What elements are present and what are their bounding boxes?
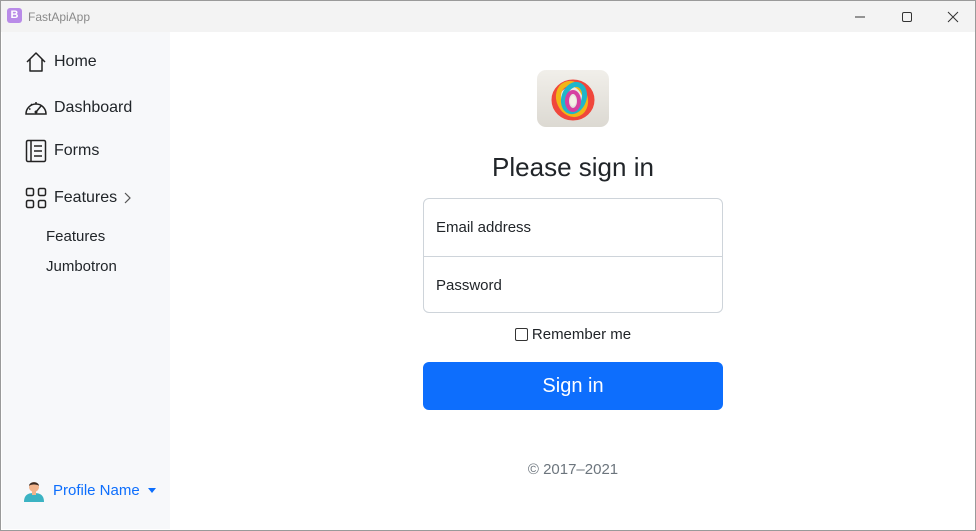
maximize-icon	[902, 11, 912, 22]
grid-icon	[24, 186, 48, 210]
sidebar-item-dashboard[interactable]: Dashboard	[24, 94, 132, 122]
remember-me: Remember me	[171, 326, 975, 343]
home-icon	[24, 50, 48, 74]
title-bar[interactable]: B FastApiApp	[1, 1, 975, 32]
password-field[interactable]: Password	[424, 257, 722, 314]
dashboard-icon	[24, 96, 48, 120]
sidebar-item-label: Forms	[54, 142, 100, 159]
window-title: FastApiApp	[28, 10, 91, 24]
maximize-button[interactable]	[884, 1, 930, 32]
sidebar-item-home[interactable]: Home	[24, 48, 97, 76]
copyright-text: © 2017–2021	[527, 461, 619, 478]
signin-panel: Please sign in Email address Password Re…	[171, 32, 975, 530]
app-icon: B	[7, 8, 22, 23]
profile-name: Profile Name	[53, 481, 140, 499]
sidebar-subitem-features[interactable]: Features	[46, 228, 105, 245]
app-window: B FastApiApp Home Dashboard Forms Featur…	[0, 0, 976, 531]
profile-dropdown[interactable]: Profile Name	[22, 478, 156, 502]
email-field[interactable]: Email address	[424, 199, 722, 256]
sidebar: Home Dashboard Forms Features Features J…	[2, 32, 170, 529]
chevron-right-icon	[123, 192, 131, 204]
sidebar-item-forms[interactable]: Forms	[24, 137, 99, 165]
avatar-icon	[22, 478, 46, 502]
close-icon	[947, 11, 959, 22]
remember-checkbox[interactable]	[514, 328, 528, 341]
sidebar-item-label: Home	[54, 53, 97, 70]
remember-label[interactable]: Remember me	[532, 326, 631, 343]
credentials-form: Email address Password	[423, 198, 723, 313]
minimize-button[interactable]	[837, 1, 883, 32]
sidebar-subitem-jumbotron[interactable]: Jumbotron	[46, 258, 117, 275]
sidebar-item-label: Features	[54, 189, 118, 206]
page-title: Please sign in	[492, 152, 654, 182]
minimize-icon	[855, 16, 865, 17]
sidebar-item-label: Dashboard	[54, 99, 133, 116]
forms-icon	[24, 139, 48, 163]
close-button[interactable]	[930, 1, 975, 32]
sidebar-item-features[interactable]: Features	[24, 184, 131, 212]
caret-down-icon	[147, 487, 156, 493]
app-logo	[537, 70, 609, 127]
sign-in-button[interactable]: Sign in	[423, 362, 723, 410]
